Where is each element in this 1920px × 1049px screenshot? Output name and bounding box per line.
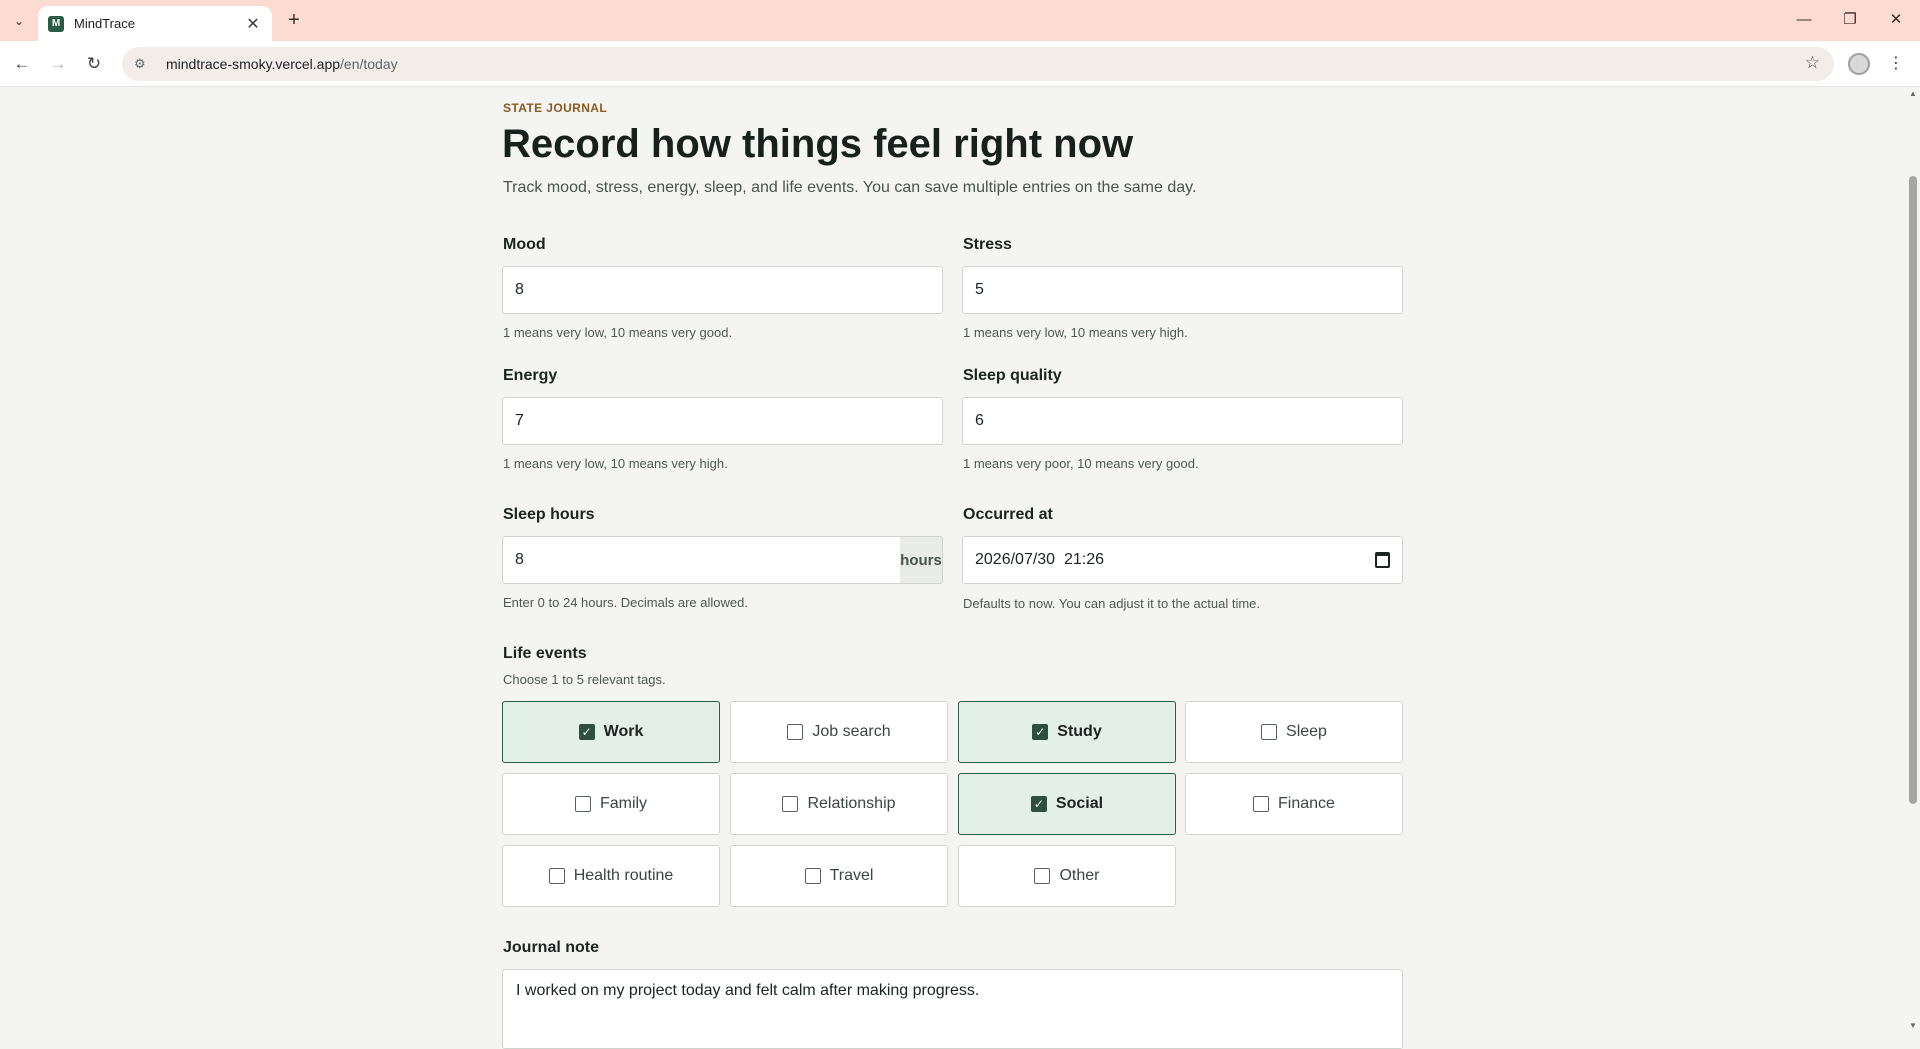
sleep-hours-hint: Enter 0 to 24 hours. Decimals are allowe… [503, 595, 748, 610]
energy-value: 7 [515, 412, 524, 429]
tag-job-search[interactable]: Job search [730, 701, 948, 763]
minimize-icon[interactable]: — [1789, 8, 1819, 32]
page-title: Record how things feel right now [502, 122, 1134, 166]
address-bar[interactable]: ⚙ mindtrace-smoky.vercel.app/en/today ☆ [122, 47, 1834, 81]
window-close-icon[interactable]: ✕ [1881, 8, 1911, 32]
tag-other[interactable]: Other [958, 845, 1176, 907]
checkbox-icon [1261, 724, 1278, 740]
energy-hint: 1 means very low, 10 means very high. [503, 456, 728, 471]
energy-input[interactable]: 7 [502, 397, 943, 445]
tag-family[interactable]: Family [502, 773, 720, 835]
url-host: mindtrace-smoky.vercel.app [166, 56, 341, 72]
hours-unit-addon: hours [900, 536, 943, 584]
journal-note-text: I worked on my project today and felt ca… [516, 982, 980, 999]
tag-label: Work [603, 723, 644, 740]
back-arrow-icon[interactable]: ← [10, 52, 34, 76]
site-settings-icon[interactable]: ⚙ [134, 56, 154, 72]
restore-icon[interactable]: ❐ [1835, 8, 1865, 32]
mood-label: Mood [503, 236, 546, 253]
stress-label: Stress [963, 236, 1012, 253]
mood-hint: 1 means very low, 10 means very good. [503, 325, 733, 340]
checkbox-icon [787, 724, 804, 740]
page-content: STATE JOURNAL Record how things feel rig… [0, 87, 1906, 1049]
sleep-hours-value: 8 [515, 551, 524, 568]
tag-label: Social [1055, 795, 1104, 812]
forward-arrow-icon[interactable]: → [46, 52, 70, 76]
life-events-hint: Choose 1 to 5 relevant tags. [503, 672, 666, 687]
sleep-quality-input[interactable]: 6 [962, 397, 1403, 445]
occurred-at-hint: Defaults to now. You can adjust it to th… [963, 596, 1261, 611]
tag-label: Relationship [807, 795, 896, 812]
tag-work[interactable]: ✓ Work [502, 701, 720, 763]
tag-sleep[interactable]: Sleep [1185, 701, 1403, 763]
reload-icon[interactable]: ↻ [82, 52, 106, 76]
page-scrollbar[interactable]: ▲ ▼ [1906, 87, 1920, 1032]
journal-note-textarea[interactable]: I worked on my project today and felt ca… [502, 969, 1403, 1049]
new-tab-plus-icon[interactable]: + [282, 9, 306, 33]
browser-tab[interactable]: M MindTrace ✕ [38, 6, 272, 41]
page-subtitle: Track mood, stress, energy, sleep, and l… [503, 179, 1197, 196]
occurred-at-value: 2026/07/30 21:26 [975, 551, 1105, 568]
url-path: /en/today [340, 56, 398, 72]
bookmark-star-icon[interactable]: ☆ [1805, 53, 1820, 73]
tag-social[interactable]: ✓ Social [958, 773, 1176, 835]
occurred-at-input[interactable]: 2026/07/30 21:26 [962, 536, 1403, 584]
kebab-menu-icon[interactable]: ⋮ [1888, 52, 1904, 76]
tag-label: Health routine [573, 867, 674, 884]
checkbox-checked-icon: ✓ [1030, 796, 1047, 812]
sleep-quality-value: 6 [975, 412, 984, 429]
stress-hint: 1 means very low, 10 means very high. [963, 325, 1188, 340]
sleep-quality-hint: 1 means very poor, 10 means very good. [963, 456, 1199, 471]
mood-value: 8 [515, 281, 524, 298]
tag-label: Travel [829, 867, 874, 884]
scroll-down-arrow-icon[interactable]: ▼ [1908, 1021, 1918, 1030]
sleep-quality-label: Sleep quality [963, 367, 1062, 384]
app-favicon-icon: M [48, 15, 64, 32]
checkbox-icon [548, 868, 565, 884]
section-eyebrow: STATE JOURNAL [503, 101, 608, 115]
tag-relationship[interactable]: Relationship [730, 773, 948, 835]
scrollbar-thumb[interactable] [1909, 176, 1917, 804]
browser-toolbar: ← → ↻ ⚙ mindtrace-smoky.vercel.app/en/to… [0, 41, 1920, 87]
tag-travel[interactable]: Travel [730, 845, 948, 907]
tag-finance[interactable]: Finance [1185, 773, 1403, 835]
tag-label: Study [1057, 723, 1102, 740]
tag-label: Other [1059, 867, 1100, 884]
tag-health-routine[interactable]: Health routine [502, 845, 720, 907]
tab-title: MindTrace [74, 16, 135, 31]
checkbox-icon [574, 796, 591, 812]
tag-label: Finance [1278, 795, 1335, 812]
checkbox-checked-icon: ✓ [578, 724, 595, 740]
sleep-hours-label: Sleep hours [503, 506, 595, 523]
energy-label: Energy [503, 367, 558, 384]
tag-study[interactable]: ✓ Study [958, 701, 1176, 763]
journal-note-label: Journal note [503, 939, 600, 956]
tab-search-chevron-icon[interactable]: ⌄ [8, 10, 30, 32]
url-text: mindtrace-smoky.vercel.app/en/today [166, 56, 398, 72]
tag-label: Job search [812, 723, 891, 740]
tab-close-icon[interactable]: ✕ [244, 14, 262, 34]
stress-value: 5 [975, 281, 984, 298]
checkbox-checked-icon: ✓ [1032, 724, 1049, 740]
checkbox-icon [1253, 796, 1270, 812]
checkbox-icon [782, 796, 799, 812]
scroll-up-arrow-icon[interactable]: ▲ [1908, 89, 1918, 98]
tag-label: Sleep [1286, 723, 1327, 740]
checkbox-icon [1034, 868, 1051, 884]
mood-input[interactable]: 8 [502, 266, 943, 314]
calendar-icon[interactable] [1375, 552, 1390, 568]
profile-avatar-icon[interactable] [1848, 53, 1870, 75]
sleep-hours-input[interactable]: 8 [502, 536, 901, 584]
occurred-at-label: Occurred at [963, 506, 1053, 523]
life-events-label: Life events [503, 645, 587, 662]
checkbox-icon [804, 868, 821, 884]
tag-label: Family [599, 795, 648, 812]
stress-input[interactable]: 5 [962, 266, 1403, 314]
browser-tab-strip: ⌄ M MindTrace ✕ + — ❐ ✕ [0, 0, 1920, 41]
